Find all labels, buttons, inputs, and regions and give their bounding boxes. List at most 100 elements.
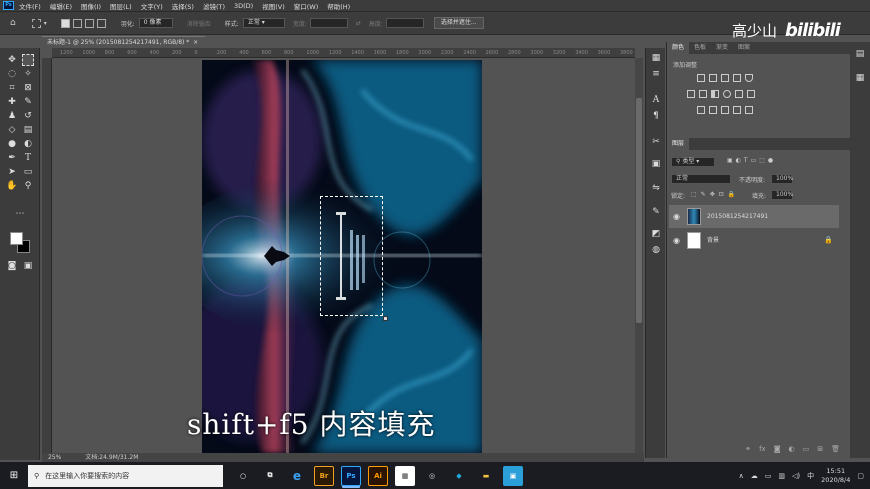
- new-layer-icon[interactable]: ⊞: [817, 442, 823, 456]
- app-icon[interactable]: ▦: [395, 465, 415, 486]
- bilibili-app-icon[interactable]: ▣: [503, 465, 523, 486]
- shape-tool-icon[interactable]: ▭: [22, 166, 34, 178]
- tab-swatches[interactable]: 色板: [689, 42, 711, 54]
- pen-tool-icon[interactable]: ✒: [6, 152, 18, 164]
- tab-patterns[interactable]: 图案: [733, 42, 755, 54]
- levels-adjust-icon[interactable]: [709, 74, 717, 82]
- lasso-tool-icon[interactable]: ◌: [6, 68, 18, 80]
- selection-mode-icons[interactable]: [60, 18, 109, 28]
- select-and-mask-button[interactable]: 选择并遮住...: [433, 17, 484, 29]
- type-tool-icon[interactable]: T: [22, 152, 34, 164]
- height-input[interactable]: [385, 18, 424, 28]
- layer-row[interactable]: ◉ 背景 🔒: [669, 229, 839, 252]
- quick-mask-icon[interactable]: ◙: [6, 260, 18, 272]
- document-tab[interactable]: 未标题-1 @ 25% (2015081254217491, RGB/8) * …: [42, 36, 205, 48]
- hand-tool-icon[interactable]: ✋: [6, 180, 18, 192]
- layer-row[interactable]: ◉ 2015081254217491: [669, 205, 839, 228]
- tab-layers[interactable]: 图层: [667, 138, 690, 150]
- paragraph-panel-icon[interactable]: ¶: [650, 110, 662, 122]
- input-method-indicator[interactable]: 中: [807, 471, 814, 481]
- posterize-adjust-icon[interactable]: [709, 106, 717, 114]
- clock[interactable]: 15:51 2020/8/4: [821, 467, 850, 485]
- history-panel-icon[interactable]: ▦: [650, 52, 662, 64]
- menu-3d[interactable]: 3D(D): [234, 2, 253, 10]
- learn-panel-icon[interactable]: ▤: [854, 48, 866, 60]
- layer-name[interactable]: 2015081254217491: [707, 205, 768, 228]
- libraries-panel-icon[interactable]: ▣: [650, 158, 662, 170]
- character-panel-icon[interactable]: A: [650, 94, 662, 106]
- tab-color[interactable]: 颜色: [667, 42, 690, 54]
- fx-icon[interactable]: fx: [759, 442, 766, 456]
- navigator-panel-icon[interactable]: ◍: [650, 244, 662, 256]
- healing-brush-icon[interactable]: ✚: [6, 96, 18, 108]
- dodge-tool-icon[interactable]: ◐: [22, 138, 34, 150]
- app-icon-2[interactable]: ◆: [449, 466, 469, 486]
- brush-panel-icon[interactable]: ✎: [650, 206, 662, 218]
- exposure-adjust-icon[interactable]: [733, 74, 741, 82]
- task-view-icon[interactable]: ⧉: [260, 466, 280, 486]
- link-icon[interactable]: ⚭: [745, 442, 751, 456]
- threshold-adjust-icon[interactable]: [721, 106, 729, 114]
- blur-tool-icon[interactable]: ●: [6, 138, 18, 150]
- menu-view[interactable]: 视图(V): [262, 1, 285, 11]
- menu-layer[interactable]: 图层(L): [110, 1, 132, 11]
- volume-icon[interactable]: ◁): [792, 472, 800, 480]
- menu-file[interactable]: 文件(F): [19, 1, 41, 11]
- tab-gradients[interactable]: 渐变: [711, 42, 733, 54]
- eye-icon[interactable]: ◉: [673, 229, 680, 252]
- edit-toolbar-icon[interactable]: ⋯: [14, 208, 26, 220]
- gradientmap-adjust-icon[interactable]: [733, 106, 741, 114]
- eraser-tool-icon[interactable]: ◇: [6, 124, 18, 136]
- illustrator-taskbar-icon[interactable]: Ai: [368, 465, 388, 486]
- marquee-tool-preset-icon[interactable]: ▾: [31, 18, 47, 28]
- menu-window[interactable]: 窗口(W): [294, 1, 319, 11]
- cortana-icon[interactable]: ○: [233, 466, 253, 486]
- brightness-adjust-icon[interactable]: [697, 74, 705, 82]
- zoom-readout[interactable]: 25%: [48, 454, 61, 461]
- notification-icon[interactable]: ▢: [857, 472, 864, 480]
- battery-icon[interactable]: ▭: [765, 472, 772, 480]
- move-tool-icon[interactable]: ✥: [6, 54, 18, 66]
- channels-panel-icon[interactable]: ⇋: [650, 182, 662, 194]
- tools-panel-icon[interactable]: ✂: [650, 136, 662, 148]
- mask-icon[interactable]: ◙: [774, 442, 781, 456]
- gradient-tool-icon[interactable]: ▤: [22, 124, 34, 136]
- swap-icon[interactable]: ⇄: [356, 20, 361, 27]
- colorbalance-adjust-icon[interactable]: [699, 90, 707, 98]
- properties-panel-icon[interactable]: ≡: [650, 68, 662, 80]
- scrollbar-thumb[interactable]: [636, 98, 642, 323]
- fill-input[interactable]: 100%: [771, 190, 793, 200]
- width-input[interactable]: [309, 18, 348, 28]
- marquee-tool-icon[interactable]: [22, 54, 34, 66]
- vibrance-adjust-icon[interactable]: [745, 74, 753, 82]
- opacity-input[interactable]: 100%: [771, 174, 793, 184]
- tray-app-icon[interactable]: ☁: [751, 472, 758, 480]
- zoom-tool-icon[interactable]: ⚲: [22, 180, 34, 192]
- taskbar-search-box[interactable]: ⚲ 在这里输入你要搜索的内容: [28, 464, 223, 487]
- edge-icon[interactable]: e: [287, 466, 307, 486]
- marquee-selection[interactable]: [320, 196, 383, 316]
- lock-icons[interactable]: ⬚✎✥⊡🔒: [691, 191, 739, 198]
- invert-adjust-icon[interactable]: [697, 106, 705, 114]
- photofilter-adjust-icon[interactable]: [723, 90, 731, 98]
- eye-icon[interactable]: ◉: [673, 205, 680, 228]
- selectivecolor-adjust-icon[interactable]: [745, 106, 753, 114]
- network-icon[interactable]: ▥: [778, 472, 785, 480]
- bw-adjust-icon[interactable]: [711, 90, 719, 98]
- layer-name[interactable]: 背景: [707, 229, 719, 252]
- menu-edit[interactable]: 编辑(E): [50, 1, 72, 11]
- menu-help[interactable]: 帮助(H): [327, 1, 350, 11]
- bridge-icon[interactable]: Br: [314, 465, 334, 486]
- photoshop-taskbar-icon[interactable]: Ps: [341, 465, 361, 486]
- tray-chevron-icon[interactable]: ∧: [739, 472, 744, 480]
- kind-filter-select[interactable]: ⚲ 类型 ▾: [671, 157, 715, 167]
- menu-filter[interactable]: 滤镜(T): [203, 1, 225, 11]
- media-player-icon[interactable]: ◎: [422, 466, 442, 486]
- adjustment-layer-icon[interactable]: ◐: [789, 442, 795, 456]
- magic-wand-icon[interactable]: ✧: [22, 68, 34, 80]
- curves-adjust-icon[interactable]: [721, 74, 729, 82]
- vertical-scrollbar[interactable]: [635, 58, 643, 453]
- file-explorer-icon[interactable]: ▬: [476, 466, 496, 486]
- style-select[interactable]: 正常 ▾: [242, 18, 285, 28]
- blend-mode-select[interactable]: 正常: [671, 174, 731, 184]
